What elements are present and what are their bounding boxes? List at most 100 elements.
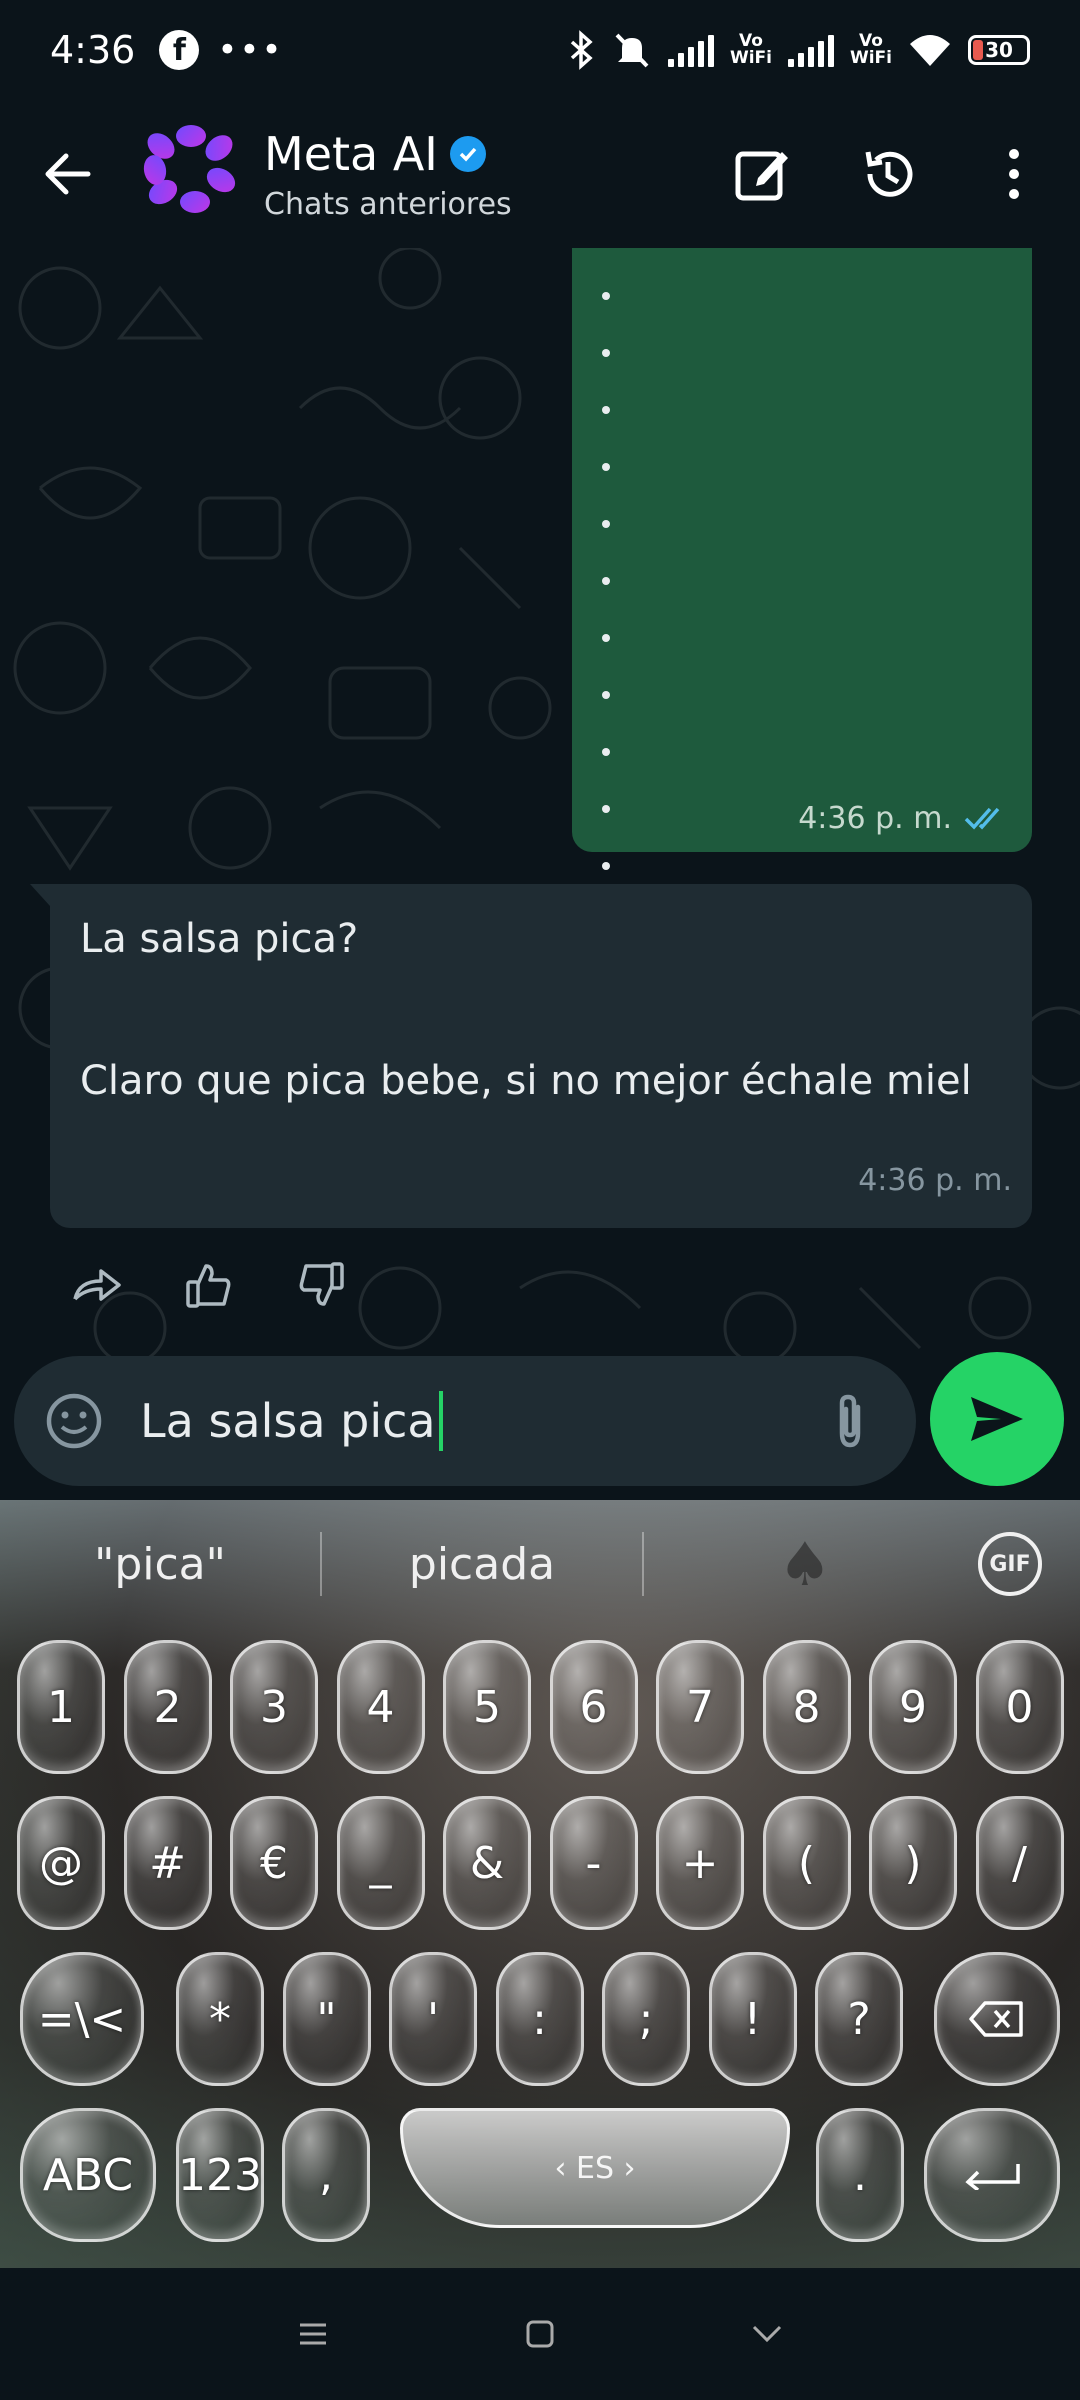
key-0[interactable]: 1 xyxy=(17,1640,105,1774)
message-input[interactable]: La salsa pica xyxy=(140,1391,443,1451)
enter-icon xyxy=(965,2164,1020,2190)
chat-title: Meta AI xyxy=(264,126,438,181)
enter-key[interactable] xyxy=(924,2108,1060,2242)
status-bar: 4:36 f ••• Vo WiFi Vo WiFi 30 xyxy=(0,0,1080,100)
message-input-bar[interactable]: La salsa pica xyxy=(14,1356,916,1486)
suggestion-divider xyxy=(642,1532,644,1596)
message-time: 4:36 p. m. xyxy=(798,801,952,836)
text-caret xyxy=(438,1391,443,1451)
space-bar[interactable]: ‹ ES › xyxy=(400,2108,790,2228)
message-text-line: La salsa pica? xyxy=(80,916,359,962)
vowifi-label-2: Vo WiFi xyxy=(849,31,892,68)
home-nav-icon[interactable] xyxy=(510,2304,570,2364)
key-symbol[interactable]: ' xyxy=(389,1952,477,2086)
bullet-point xyxy=(602,406,610,414)
bullet-point xyxy=(602,577,610,585)
key-symbol[interactable]: ? xyxy=(815,1952,903,2086)
thumbs-down-icon[interactable] xyxy=(292,1256,350,1314)
outgoing-message-bubble[interactable]: 4:36 p. m. xyxy=(572,248,1032,870)
key-2[interactable]: 3 xyxy=(230,1640,318,1774)
bullet-point xyxy=(602,691,610,699)
gif-search-icon[interactable]: GIF xyxy=(978,1532,1042,1596)
bullet-point xyxy=(602,634,610,642)
meta-ai-avatar[interactable] xyxy=(140,125,240,223)
bullet-point xyxy=(602,748,610,756)
new-chat-edit-icon[interactable] xyxy=(732,144,792,204)
key-3[interactable]: 4 xyxy=(336,1640,425,1774)
bullet-point xyxy=(602,862,610,870)
key-9[interactable]: 0 xyxy=(975,1640,1064,1774)
back-arrow-icon[interactable] xyxy=(36,142,100,206)
message-time: 4:36 p. m. xyxy=(858,1163,1012,1198)
key-symbol[interactable]: ; xyxy=(602,1952,690,2086)
back-nav-icon[interactable] xyxy=(737,2304,797,2364)
bullet-point xyxy=(602,292,610,300)
mute-icon xyxy=(615,33,649,68)
signal-icon-1 xyxy=(667,33,714,67)
more-notifications-icon: ••• xyxy=(217,30,284,70)
period-key[interactable]: . xyxy=(816,2108,904,2242)
chat-area[interactable]: 4:36 p. m. La salsa pica? Claro que pica… xyxy=(0,248,1080,1500)
key-symbol[interactable]: " xyxy=(282,1952,371,2086)
key-5[interactable]: 6 xyxy=(549,1640,638,1774)
key-symbol[interactable]: ) xyxy=(869,1796,957,1930)
backspace-key[interactable] xyxy=(934,1952,1060,2086)
send-icon xyxy=(971,1397,1023,1441)
read-double-check-icon xyxy=(964,807,1000,830)
attach-paperclip-icon[interactable] xyxy=(820,1391,880,1451)
bullet-point xyxy=(602,349,610,357)
chat-header: Meta AI Chats anteriores xyxy=(0,100,1080,248)
key-7[interactable]: 8 xyxy=(762,1640,851,1774)
language-label: ES xyxy=(576,2150,614,2186)
numeric-switch-key[interactable]: 123 xyxy=(176,2108,264,2242)
forward-icon[interactable] xyxy=(68,1256,126,1314)
wifi-icon xyxy=(910,35,950,66)
key-symbol[interactable]: + xyxy=(656,1796,744,1930)
chat-title-block[interactable]: Meta AI Chats anteriores xyxy=(264,127,512,222)
key-symbol[interactable]: @ xyxy=(17,1796,105,1930)
key-4[interactable]: 5 xyxy=(443,1640,531,1774)
more-options-icon[interactable] xyxy=(984,144,1044,204)
key-symbol[interactable]: * xyxy=(176,1952,264,2086)
key-symbol[interactable]: € xyxy=(230,1796,318,1930)
key-symbol[interactable]: ! xyxy=(708,1952,797,2086)
comma-key[interactable]: , xyxy=(282,2108,370,2242)
thumbs-up-icon[interactable] xyxy=(180,1256,238,1314)
message-text-line: Claro que pica bebe, si no mejor échale … xyxy=(80,1058,972,1104)
key-more-symbols[interactable]: =\< xyxy=(20,1952,144,2086)
system-navigation-bar xyxy=(0,2268,1080,2400)
key-symbol[interactable]: & xyxy=(443,1796,531,1930)
key-symbol[interactable]: ( xyxy=(762,1796,851,1930)
key-symbol[interactable]: : xyxy=(495,1952,584,2086)
emoji-icon[interactable] xyxy=(44,1391,104,1451)
bluetooth-icon xyxy=(570,30,593,70)
key-symbol[interactable]: / xyxy=(975,1796,1064,1930)
battery-icon: 30 xyxy=(968,35,1030,65)
suggestion-item[interactable]: picada xyxy=(322,1539,642,1590)
vowifi-label-1: Vo WiFi xyxy=(729,31,772,68)
signal-icon-2 xyxy=(787,33,834,67)
bullet-point xyxy=(602,463,610,471)
message-bullet-list xyxy=(602,292,610,870)
suggestion-bar: "pica" picada xyxy=(0,1500,1080,1628)
key-1[interactable]: 2 xyxy=(123,1640,212,1774)
chat-subtitle: Chats anteriores xyxy=(264,186,512,222)
spade-icon[interactable]: ♠ xyxy=(778,1530,832,1600)
message-input-text: La salsa pica xyxy=(140,1394,436,1448)
key-8[interactable]: 9 xyxy=(869,1640,957,1774)
send-button[interactable] xyxy=(930,1352,1064,1486)
incoming-message-bubble[interactable]: La salsa pica? Claro que pica bebe, si n… xyxy=(30,884,1032,1228)
history-icon[interactable] xyxy=(858,144,918,204)
key-6[interactable]: 7 xyxy=(656,1640,744,1774)
key-symbol[interactable]: # xyxy=(123,1796,212,1930)
key-symbol[interactable]: _ xyxy=(336,1796,425,1930)
abc-switch-key[interactable]: ABC xyxy=(20,2108,156,2242)
verified-badge-icon xyxy=(449,135,486,172)
menu-nav-icon[interactable] xyxy=(283,2304,343,2364)
key-symbol[interactable]: - xyxy=(549,1796,638,1930)
bullet-point xyxy=(602,805,610,813)
backspace-icon xyxy=(969,2001,1023,2037)
suggestion-item[interactable]: "pica" xyxy=(0,1539,320,1590)
facebook-icon: f xyxy=(159,30,200,70)
status-time: 4:36 xyxy=(50,28,136,72)
